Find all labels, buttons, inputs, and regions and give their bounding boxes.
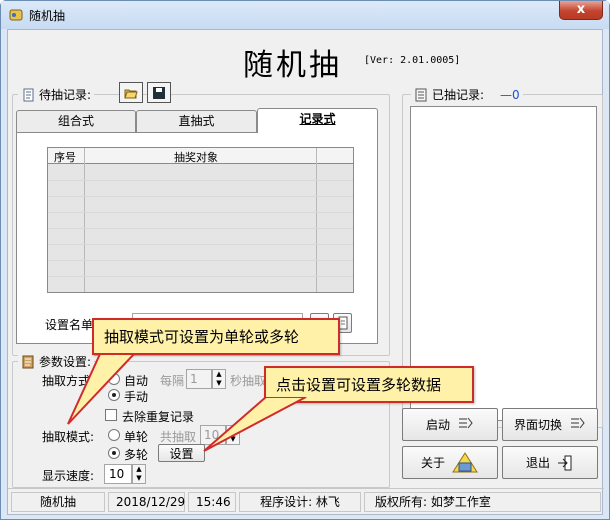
drawn-records-header: 已抽记录: —0 — [411, 86, 523, 103]
status-app: 随机抽 — [11, 492, 105, 512]
switch-view-button[interactable]: 界面切换 — [502, 408, 598, 441]
switch-view-label: 界面切换 — [513, 418, 562, 432]
save-icon — [153, 86, 165, 99]
column-number: 序号 — [54, 151, 76, 164]
mode-callout-pointer — [67, 354, 136, 425]
switch-icon — [571, 417, 585, 428]
status-copyright: 版权所有: 如梦工作室 — [364, 492, 601, 512]
status-designer: 程序设计: 林飞 — [239, 492, 361, 512]
exit-label: 退出 — [525, 456, 550, 470]
tab-direct[interactable]: 直抽式 — [136, 110, 257, 132]
window-title: 随机抽 — [29, 9, 66, 23]
title-bar: 随机抽 x — [1, 1, 609, 29]
exit-button[interactable]: 退出 — [502, 446, 598, 479]
app-window: 随机抽 x 随机抽 [Ver: 2.01.0005] 待抽记录: 组合式 直抽式… — [0, 0, 610, 520]
drawn-count: —0 — [500, 87, 520, 102]
every-seconds-input[interactable]: 1 — [186, 369, 212, 389]
about-button[interactable]: 关于 — [402, 446, 498, 479]
document-icon — [23, 88, 34, 101]
status-time: 15:46 — [188, 492, 236, 512]
table-row — [48, 180, 353, 181]
setup-callout-pointer — [203, 397, 307, 452]
table-divider — [316, 148, 317, 292]
table-row — [48, 244, 353, 245]
settings-icon — [22, 355, 34, 368]
every-seconds-stepper[interactable]: ▲ ▼ — [212, 369, 226, 389]
save-button[interactable] — [147, 82, 171, 103]
records-tab-panel: 序号 抽奖对象 设置名单文件: — [16, 132, 378, 344]
table-row — [48, 260, 353, 261]
table-divider — [84, 148, 85, 292]
version-label: [Ver: 2.01.0005] — [364, 55, 461, 66]
start-icon — [459, 417, 473, 428]
start-button[interactable]: 启动 — [402, 408, 498, 441]
table-row — [48, 212, 353, 213]
app-heading: 随机抽 — [243, 48, 342, 83]
app-icon — [9, 9, 23, 21]
tab-combination[interactable]: 组合式 — [16, 110, 136, 132]
pending-records-header: 待抽记录: — [18, 86, 95, 103]
about-icon — [452, 451, 478, 472]
tab-records[interactable]: 记录式 — [257, 108, 378, 133]
speed-stepper[interactable]: ▲ ▼ — [132, 464, 146, 484]
folder-open-icon — [124, 89, 138, 98]
table-row — [48, 196, 353, 197]
main-panel: 随机抽 [Ver: 2.01.0005] 待抽记录: 组合式 直抽式 记录式 序… — [7, 29, 604, 515]
mode-callout: 抽取模式可设置为单轮或多轮 — [92, 318, 340, 355]
speed-label: 显示速度: — [42, 469, 95, 483]
status-date: 2018/12/29 — [108, 492, 185, 512]
pending-records-label: 待抽记录: — [39, 88, 92, 102]
close-button[interactable]: x — [559, 1, 603, 20]
list-icon — [415, 88, 427, 101]
column-target: 抽奖对象 — [174, 151, 218, 164]
open-file-button[interactable] — [119, 82, 143, 103]
status-bar: 随机抽 2018/12/29 15:46 程序设计: 林飞 版权所有: 如梦工作… — [8, 488, 604, 514]
table-row — [48, 276, 353, 277]
about-label: 关于 — [420, 456, 445, 470]
seconds-label: 秒抽取 — [230, 374, 267, 388]
drawn-records-label: 已抽记录: — [432, 88, 485, 102]
records-table-header: 序号 抽奖对象 — [48, 148, 353, 164]
exit-icon — [558, 455, 572, 470]
record-tabs: 组合式 直抽式 记录式 — [16, 108, 378, 134]
speed-input[interactable]: 10 — [104, 464, 132, 484]
records-table[interactable]: 序号 抽奖对象 — [47, 147, 354, 293]
table-row — [48, 228, 353, 229]
start-label: 启动 — [425, 418, 450, 432]
